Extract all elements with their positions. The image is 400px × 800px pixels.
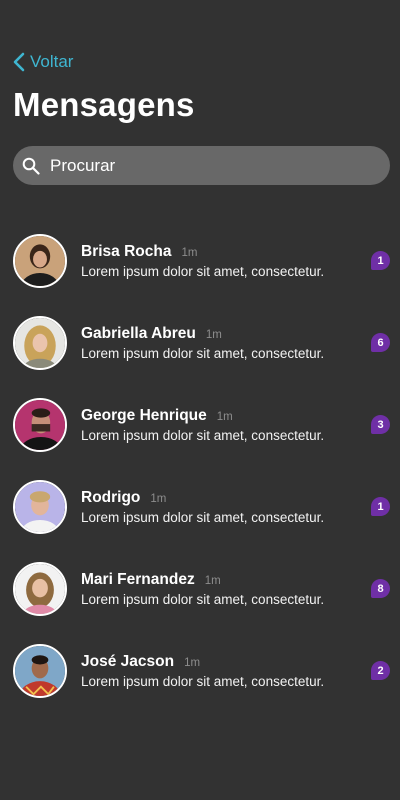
avatar <box>13 398 67 452</box>
message-preview: Lorem ipsum dolor sit amet, consectetur. <box>81 674 325 689</box>
message-preview: Lorem ipsum dolor sit amet, consectetur. <box>81 592 325 607</box>
conversation-item[interactable]: Mari Fernandez 1m Lorem ipsum dolor sit … <box>0 561 400 643</box>
avatar-photo <box>15 318 65 368</box>
avatar <box>13 480 67 534</box>
avatar <box>13 234 67 288</box>
search-bar[interactable] <box>13 146 390 185</box>
search-icon <box>22 157 40 175</box>
conversation-item[interactable]: Gabriella Abreu 1m Lorem ipsum dolor sit… <box>0 315 400 397</box>
conversation-list: Brisa Rocha 1m Lorem ipsum dolor sit ame… <box>0 233 400 725</box>
contact-name: Brisa Rocha <box>81 243 172 260</box>
message-time: 1m <box>205 329 222 341</box>
contact-name: Gabriella Abreu <box>81 325 196 342</box>
avatar <box>13 644 67 698</box>
message-time: 1m <box>184 657 201 669</box>
message-time: 1m <box>216 411 233 423</box>
unread-badge: 3 <box>371 415 390 434</box>
message-time: 1m <box>204 575 221 587</box>
avatar-photo <box>15 482 65 532</box>
avatar <box>13 562 67 616</box>
back-button[interactable]: Voltar <box>12 52 73 72</box>
conversation-item[interactable]: George Henrique 1m Lorem ipsum dolor sit… <box>0 397 400 479</box>
avatar-photo <box>15 564 65 614</box>
unread-badge: 6 <box>371 333 390 352</box>
unread-badge: 1 <box>371 497 390 516</box>
message-preview: Lorem ipsum dolor sit amet, consectetur. <box>81 346 325 361</box>
avatar-photo <box>15 646 65 696</box>
contact-name: Rodrigo <box>81 489 141 506</box>
search-input[interactable] <box>48 154 352 177</box>
conversation-item[interactable]: José Jacson 1m Lorem ipsum dolor sit ame… <box>0 643 400 725</box>
conversation-item[interactable]: Rodrigo 1m Lorem ipsum dolor sit amet, c… <box>0 479 400 561</box>
contact-name: José Jacson <box>81 653 175 670</box>
unread-badge: 1 <box>371 251 390 270</box>
contact-name: George Henrique <box>81 407 207 424</box>
back-label: Voltar <box>30 52 74 71</box>
message-time: 1m <box>181 247 198 259</box>
avatar <box>13 316 67 370</box>
unread-badge: 2 <box>371 661 390 680</box>
contact-name: Mari Fernandez <box>81 571 195 588</box>
message-time: 1m <box>150 493 167 505</box>
unread-badge: 8 <box>371 579 390 598</box>
conversation-item[interactable]: Brisa Rocha 1m Lorem ipsum dolor sit ame… <box>0 233 400 315</box>
message-preview: Lorem ipsum dolor sit amet, consectetur. <box>81 510 325 525</box>
chevron-left-icon <box>13 52 25 72</box>
page-title: Mensagens <box>13 86 195 123</box>
message-preview: Lorem ipsum dolor sit amet, consectetur. <box>81 428 325 443</box>
avatar-photo <box>15 400 65 450</box>
avatar-photo <box>15 236 65 286</box>
message-preview: Lorem ipsum dolor sit amet, consectetur. <box>81 264 325 279</box>
